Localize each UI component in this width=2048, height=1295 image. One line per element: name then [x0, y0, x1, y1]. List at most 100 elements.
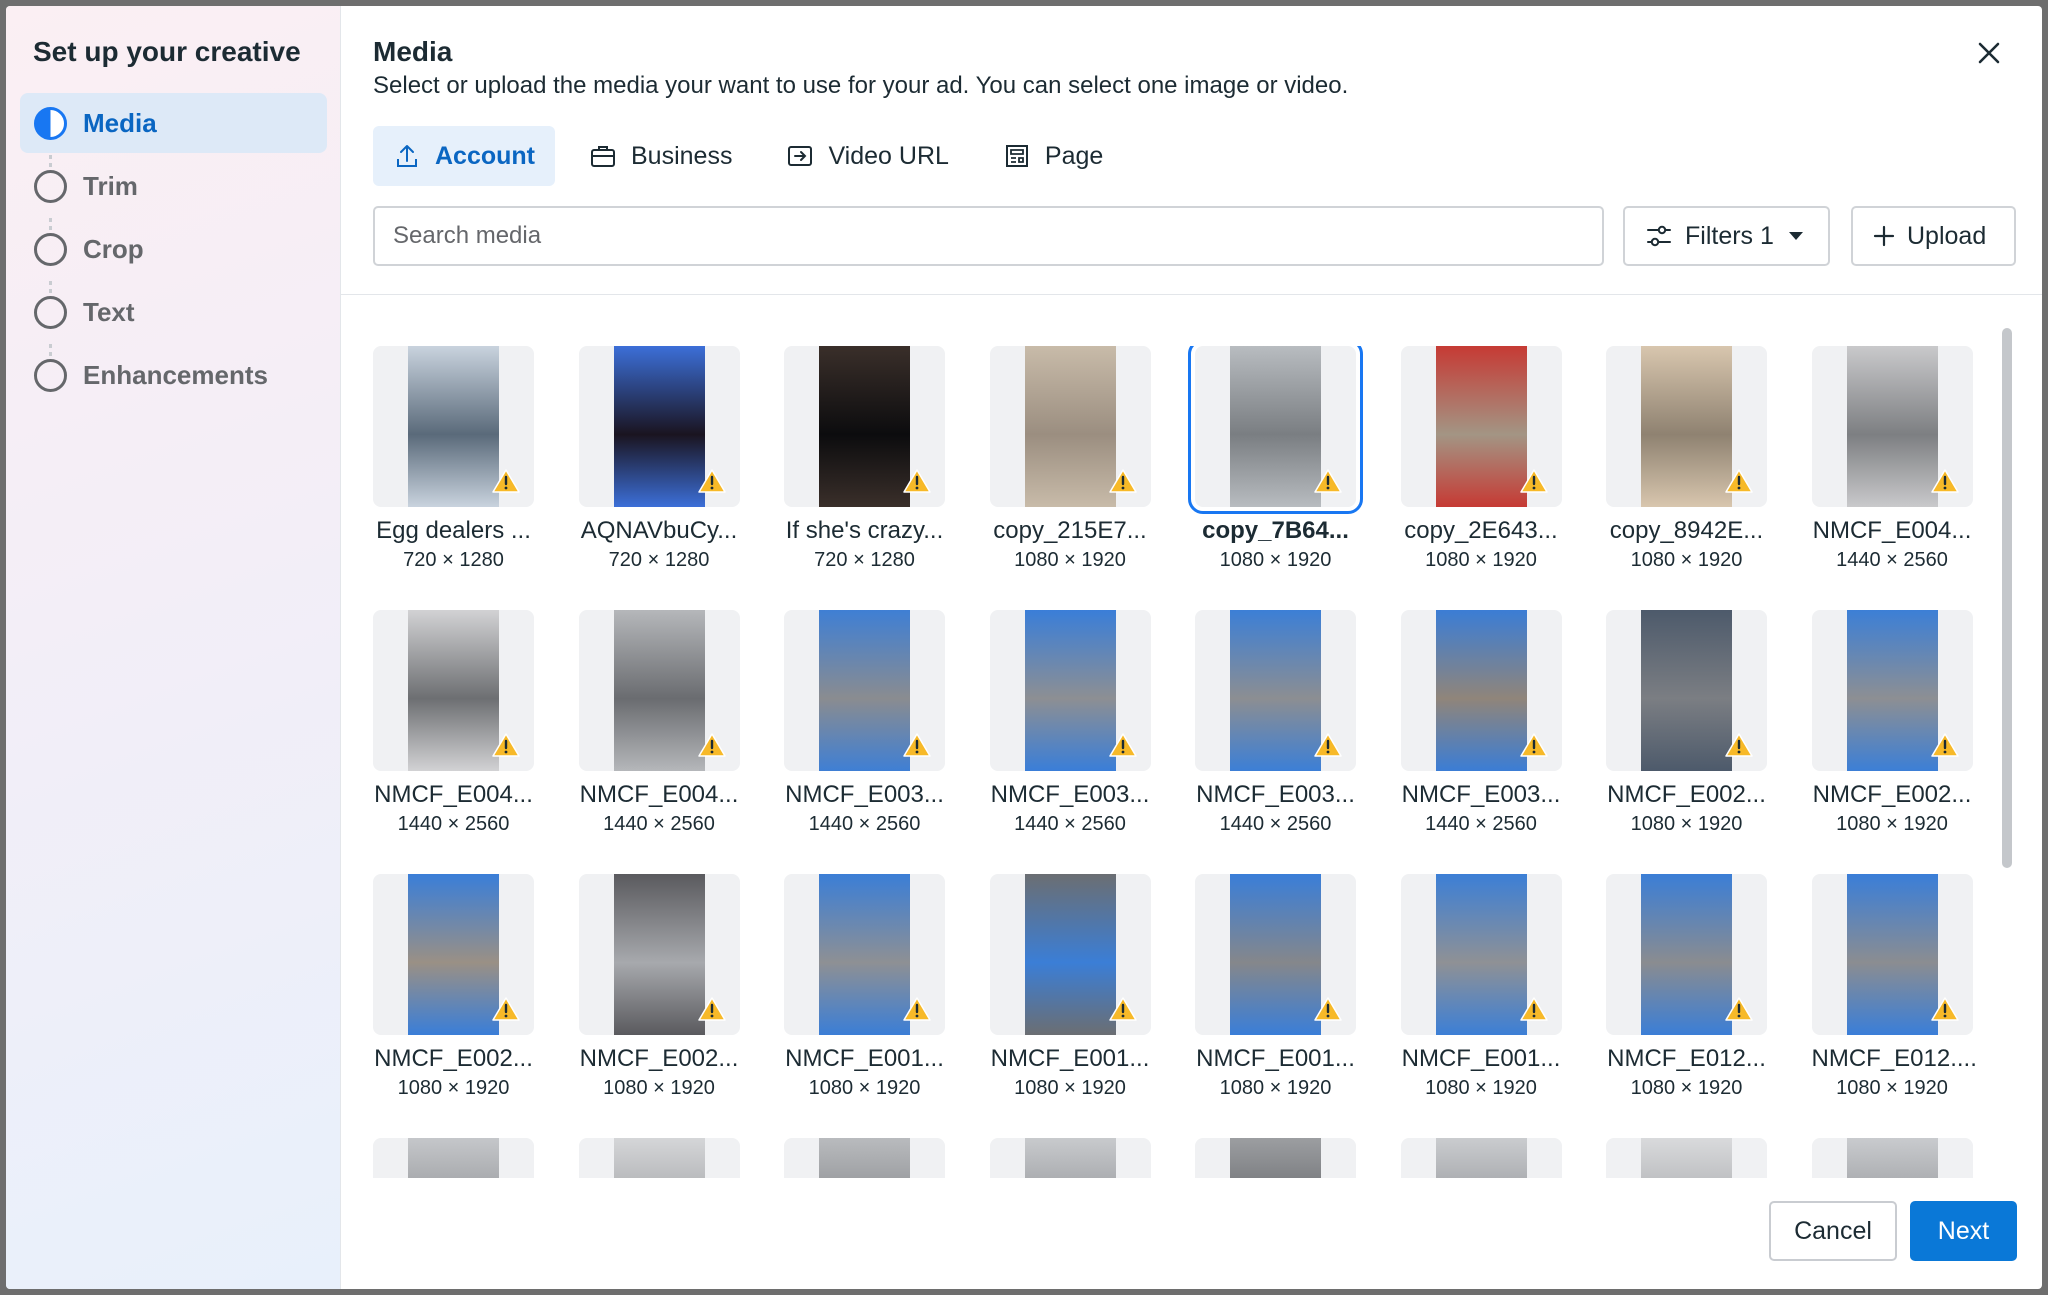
search-input[interactable]	[373, 206, 1604, 266]
media-name: NMCF_E001...	[1401, 1045, 1561, 1072]
media-dimensions: 1080 × 1920	[1630, 1077, 1743, 1099]
media-item[interactable]: copy_215E7... 1080 × 1920	[989, 346, 1151, 572]
media-thumbnail	[373, 874, 534, 1035]
step-media[interactable]: Media	[20, 93, 327, 167]
media-thumbnail	[989, 1138, 1151, 1178]
thumbnail-image	[1641, 874, 1732, 1035]
media-item[interactable]: NMCF_E003... 1440 × 2560	[989, 610, 1151, 836]
media-item[interactable]: NMCF_E001... 1080 × 1920	[989, 874, 1151, 1100]
step-circle-icon	[34, 295, 67, 329]
media-item[interactable]	[784, 1138, 945, 1178]
media-name: copy_7B64...	[1202, 517, 1349, 544]
filters-label: Filters 1	[1685, 221, 1774, 250]
media-name: Egg dealers ...	[376, 517, 531, 544]
tab-business[interactable]: Business	[569, 126, 752, 186]
thumbnail-image	[408, 1138, 499, 1178]
media-thumbnail	[1400, 1138, 1562, 1178]
warning-icon	[1930, 997, 1959, 1021]
media-item[interactable]	[578, 1138, 740, 1178]
media-thumbnail	[784, 346, 945, 507]
media-item[interactable]	[989, 1138, 1151, 1178]
media-item[interactable]: NMCF_E002... 1080 × 1920	[578, 874, 740, 1100]
media-item[interactable]: NMCF_E001... 1080 × 1920	[1400, 874, 1562, 1100]
tab-page[interactable]: Page	[983, 126, 1123, 186]
media-item[interactable]	[1195, 1138, 1356, 1178]
media-item[interactable]: NMCF_E002... 1080 × 1920	[373, 874, 534, 1100]
media-grid: Egg dealers ... 720 × 1280 AQNAVbuCy... 720…	[373, 346, 2013, 1178]
setup-creative-dialog: Set up your creative Media Trim Crop Text En…	[6, 6, 2042, 1289]
media-item[interactable]: NMCF_E012.... 1080 × 1920	[1811, 874, 1977, 1100]
media-item[interactable]: NMCF_E003... 1440 × 2560	[784, 610, 945, 836]
thumbnail-image	[1230, 874, 1321, 1035]
media-item[interactable]: copy_7B64... 1080 × 1920	[1188, 346, 1363, 572]
media-name: NMCF_E001...	[990, 1045, 1150, 1072]
media-item[interactable]: NMCF_E004... 1440 × 2560	[1811, 346, 1973, 572]
media-thumbnail	[578, 1138, 740, 1178]
media-item[interactable]: Egg dealers ... 720 × 1280	[373, 346, 534, 572]
scrollbar[interactable]	[2002, 328, 2012, 868]
thumbnail-image	[1641, 610, 1732, 771]
media-thumbnail	[1400, 610, 1562, 771]
media-item[interactable]: NMCF_E002... 1080 × 1920	[1811, 610, 1973, 836]
media-name: copy_8942E...	[1609, 517, 1764, 544]
media-item[interactable]: NMCF_E004... 1440 × 2560	[373, 610, 534, 836]
media-item[interactable]: NMCF_E001... 1080 × 1920	[784, 874, 945, 1100]
thumbnail-image	[1024, 874, 1116, 1035]
tab-video-url[interactable]: Video URL	[766, 126, 968, 186]
media-item[interactable]: NMCF_E012... 1080 × 1920	[1606, 874, 1767, 1100]
media-item[interactable]	[373, 1138, 534, 1178]
media-thumbnail	[1606, 874, 1767, 1035]
thumbnail-image	[1230, 610, 1321, 771]
cancel-button[interactable]: Cancel	[1769, 1201, 1897, 1261]
media-item[interactable]: NMCF_E004... 1440 × 2560	[578, 610, 740, 836]
thumbnail-image	[1024, 610, 1116, 771]
media-dimensions: 1080 × 1920	[1836, 813, 1948, 835]
media-item[interactable]: NMCF_E003... 1440 × 2560	[1400, 610, 1562, 836]
media-thumbnail	[1811, 610, 1973, 771]
media-item[interactable]	[1811, 1138, 1973, 1178]
step-list: Media Trim Crop Text Enhancements	[20, 93, 327, 408]
media-dimensions: 1080 × 1920	[1219, 549, 1332, 571]
thumbnail-image	[819, 610, 910, 771]
sidebar: Set up your creative Media Trim Crop Text En…	[6, 6, 341, 1289]
warning-icon	[1108, 733, 1137, 757]
media-dimensions: 1080 × 1920	[808, 1077, 921, 1099]
media-item[interactable]	[1606, 1138, 1767, 1178]
thumbnail-image	[819, 1138, 910, 1178]
media-item[interactable]: copy_2E643... 1080 × 1920	[1400, 346, 1562, 572]
media-source-tabs: Account Business Video URL Page	[373, 126, 1123, 186]
step-text[interactable]: Text	[20, 282, 327, 356]
thumbnail-image	[1846, 610, 1938, 771]
thumbnail-image	[613, 610, 705, 771]
step-circle-icon	[34, 232, 67, 266]
warning-icon	[1930, 469, 1959, 493]
media-item[interactable]: NMCF_E002... 1080 × 1920	[1606, 610, 1767, 836]
media-dimensions: 1440 × 2560	[808, 813, 921, 835]
media-item[interactable]: copy_8942E... 1080 × 1920	[1606, 346, 1767, 572]
media-name: NMCF_E003...	[1401, 781, 1561, 808]
warning-icon	[1108, 469, 1137, 493]
step-label: Trim	[83, 170, 138, 201]
media-item[interactable]	[1400, 1138, 1562, 1178]
thumbnail-image	[819, 346, 910, 507]
close-icon[interactable]	[1972, 36, 2006, 70]
media-thumbnail	[578, 874, 740, 1035]
tab-account[interactable]: Account	[373, 126, 555, 186]
upload-button[interactable]: Upload	[1851, 206, 2016, 266]
step-trim[interactable]: Trim	[20, 156, 327, 230]
media-item[interactable]: AQNAVbuCy... 720 × 1280	[578, 346, 740, 572]
media-item[interactable]: NMCF_E001... 1080 × 1920	[1195, 874, 1356, 1100]
media-thumbnail	[1195, 610, 1356, 771]
media-item[interactable]: NMCF_E003... 1440 × 2560	[1195, 610, 1356, 836]
tab-label: Video URL	[828, 141, 949, 170]
sidebar-title: Set up your creative	[33, 36, 301, 67]
thumbnail-image	[613, 874, 705, 1035]
media-item[interactable]: If she's crazy... 720 × 1280	[784, 346, 945, 572]
step-crop[interactable]: Crop	[20, 219, 327, 293]
step-enhancements[interactable]: Enhancements	[20, 345, 327, 405]
media-thumbnail	[578, 610, 740, 771]
next-button[interactable]: Next	[1910, 1201, 2017, 1261]
filters-button[interactable]: Filters 1	[1623, 206, 1830, 266]
thumbnail-image	[1435, 1138, 1527, 1178]
media-thumbnail	[1606, 610, 1767, 771]
